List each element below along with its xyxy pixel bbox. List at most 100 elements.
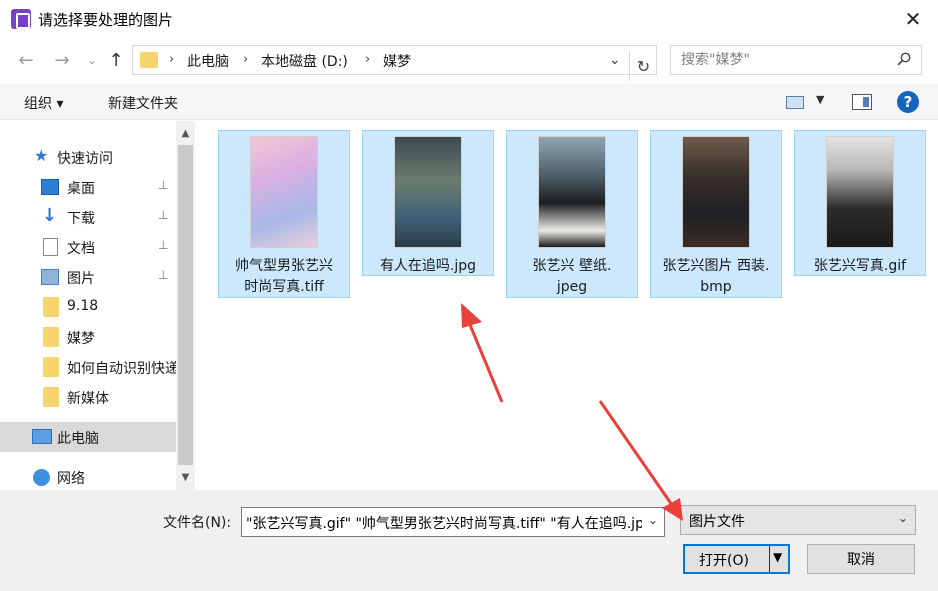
file-name: 张艺兴图片 西装. bmp [662, 258, 770, 295]
sidebar-item-downloads[interactable]: ↓ 下载 ⊥ [0, 202, 176, 232]
sidebar-item-label: 桌面 [67, 181, 95, 197]
sidebar-item-label: 网络 [57, 471, 85, 487]
breadcrumb-meimeng[interactable]: 媒梦 [383, 51, 411, 71]
address-dropdown-icon[interactable]: ⌄ [609, 52, 621, 68]
pin-icon: ⊥ [158, 238, 169, 252]
folder-icon [43, 357, 59, 377]
window-title: 请选择要处理的图片 [38, 11, 174, 29]
document-icon [43, 238, 58, 256]
up-button[interactable]: ↑ [104, 48, 128, 72]
sidebar-item-meimeng[interactable]: 媒梦 [0, 322, 176, 352]
image-thumbnail [826, 136, 894, 248]
open-button-label: 打开(O) [699, 553, 749, 569]
address-bar[interactable]: › 此电脑 › 本地磁盘 (D:) › 媒梦 ⌄ ↻ [132, 45, 657, 81]
file-type-select[interactable]: 图片文件 ⌄ [680, 505, 916, 535]
organize-menu[interactable]: 组织 ▾ [24, 93, 63, 113]
pin-icon: ⊥ [158, 268, 169, 282]
cancel-button[interactable]: 取消 [807, 544, 915, 574]
file-type-value[interactable]: 图片文件 [689, 511, 745, 531]
desktop-icon [41, 179, 59, 195]
sidebar-item-desktop[interactable]: 桌面 ⊥ [0, 172, 176, 202]
navigation-pane: ★ 快速访问 桌面 ⊥ ↓ 下载 ⊥ 文档 ⊥ 图片 ⊥ 9.18 媒梦 如何自… [0, 121, 195, 490]
filename-input[interactable]: "张艺兴写真.gif" "帅气型男张艺兴时尚写真.tiff" "有人在追吗.jp… [241, 507, 665, 537]
dialog-footer: 文件名(N): "张艺兴写真.gif" "帅气型男张艺兴时尚写真.tiff" "… [0, 490, 938, 591]
file-item[interactable]: 帅气型男张艺兴 时尚写真.tiff [218, 130, 350, 298]
sidebar-item-pictures[interactable]: 图片 ⊥ [0, 262, 176, 292]
pin-icon: ⊥ [158, 208, 169, 222]
network-icon [33, 469, 50, 486]
folder-icon [140, 52, 158, 68]
breadcrumb-separator[interactable]: › [365, 52, 370, 67]
sidebar-item-label: 9.18 [67, 298, 99, 314]
file-list[interactable]: 帅气型男张艺兴 时尚写真.tiff 有人在追吗.jpg 张艺兴 壁纸. jpeg 张… [196, 121, 938, 490]
folder-icon [43, 297, 59, 317]
help-icon[interactable]: ? [897, 91, 919, 113]
search-input[interactable] [681, 50, 881, 70]
sidebar-item-new-media[interactable]: 新媒体 [0, 382, 176, 412]
sidebar-item-this-pc[interactable]: 此电脑 [0, 422, 176, 452]
address-row: ← → ⌄ ↑ › 此电脑 › 本地磁盘 (D:) › 媒梦 ⌄ ↻ [0, 40, 938, 82]
open-button[interactable]: 打开(O) ▼ [683, 544, 790, 574]
file-item[interactable]: 张艺兴 壁纸. jpeg [506, 130, 638, 298]
chevron-down-icon[interactable]: ⌄ [898, 511, 908, 525]
image-thumbnail [682, 136, 750, 248]
scrollbar-thumb[interactable] [178, 145, 193, 465]
sidebar-item-label: 媒梦 [67, 331, 95, 347]
folder-icon [43, 327, 59, 347]
sidebar-item-label: 图片 [67, 271, 95, 287]
view-options-dropdown[interactable]: ▼ [816, 93, 824, 106]
sidebar-item-network[interactable]: 网络 [0, 462, 176, 492]
refresh-button[interactable]: ↻ [629, 51, 657, 81]
sidebar-item-label: 下载 [67, 211, 95, 227]
filename-label: 文件名(N): [163, 515, 232, 531]
scroll-up-arrow-icon[interactable]: ▲ [176, 125, 195, 142]
sidebar-item-label: 快速访问 [57, 151, 113, 167]
sidebar-item-documents[interactable]: 文档 ⊥ [0, 232, 176, 262]
image-thumbnail [394, 136, 462, 248]
forward-button[interactable]: → [50, 48, 74, 72]
close-button[interactable]: ✕ [898, 4, 928, 34]
open-options-dropdown[interactable]: ▼ [773, 550, 782, 564]
filename-value[interactable]: "张艺兴写真.gif" "帅气型男张艺兴时尚写真.tiff" "有人在追吗.jp… [246, 513, 642, 533]
app-icon [11, 9, 31, 29]
sidebar-item-label: 文档 [67, 241, 95, 257]
split-divider [769, 546, 770, 572]
new-folder-button[interactable]: 新建文件夹 [108, 93, 178, 113]
computer-icon [32, 429, 52, 444]
image-thumbnail [250, 136, 318, 248]
pictures-icon [41, 269, 59, 285]
back-button[interactable]: ← [14, 48, 38, 72]
breadcrumb-separator[interactable]: › [169, 52, 174, 67]
file-item[interactable]: 张艺兴写真.gif [794, 130, 926, 276]
breadcrumb-this-pc[interactable]: 此电脑 [187, 51, 229, 71]
star-icon: ★ [34, 146, 49, 165]
command-bar: 组织 ▾ 新建文件夹 ▼ ? [0, 84, 938, 120]
chevron-down-icon[interactable]: ⌄ [648, 513, 658, 527]
sidebar-item-label: 如何自动识别快递 [67, 361, 176, 377]
download-icon: ↓ [42, 205, 58, 226]
navigation-scrollbar[interactable]: ▲ ▼ [176, 121, 195, 490]
sidebar-item-quick-access[interactable]: ★ 快速访问 [0, 142, 176, 172]
file-item[interactable]: 有人在追吗.jpg [362, 130, 494, 276]
breadcrumb-local-disk[interactable]: 本地磁盘 (D:) [261, 51, 348, 71]
title-bar: 请选择要处理的图片 ✕ [0, 0, 938, 38]
file-name: 张艺兴 壁纸. jpeg [532, 258, 612, 295]
sidebar-item-label: 新媒体 [67, 391, 109, 407]
sidebar-item-label: 此电脑 [57, 431, 99, 447]
preview-pane-icon[interactable] [852, 94, 872, 110]
file-item[interactable]: 张艺兴图片 西装. bmp [650, 130, 782, 298]
breadcrumb-separator[interactable]: › [243, 52, 248, 67]
sidebar-item-9-18[interactable]: 9.18 [0, 292, 176, 322]
search-box[interactable] [670, 45, 922, 75]
pin-icon: ⊥ [158, 178, 169, 192]
file-name: 帅气型男张艺兴 时尚写真.tiff [235, 258, 333, 295]
sidebar-item-auto-recognize[interactable]: 如何自动识别快递 [0, 352, 176, 382]
file-name: 张艺兴写真.gif [813, 258, 907, 274]
folder-icon [43, 387, 59, 407]
change-view-icon[interactable] [786, 96, 804, 109]
search-icon[interactable] [897, 52, 911, 66]
file-name: 有人在追吗.jpg [379, 258, 477, 274]
recent-locations-button[interactable]: ⌄ [80, 48, 104, 72]
image-thumbnail [538, 136, 606, 248]
scroll-down-arrow-icon[interactable]: ▼ [176, 469, 195, 486]
